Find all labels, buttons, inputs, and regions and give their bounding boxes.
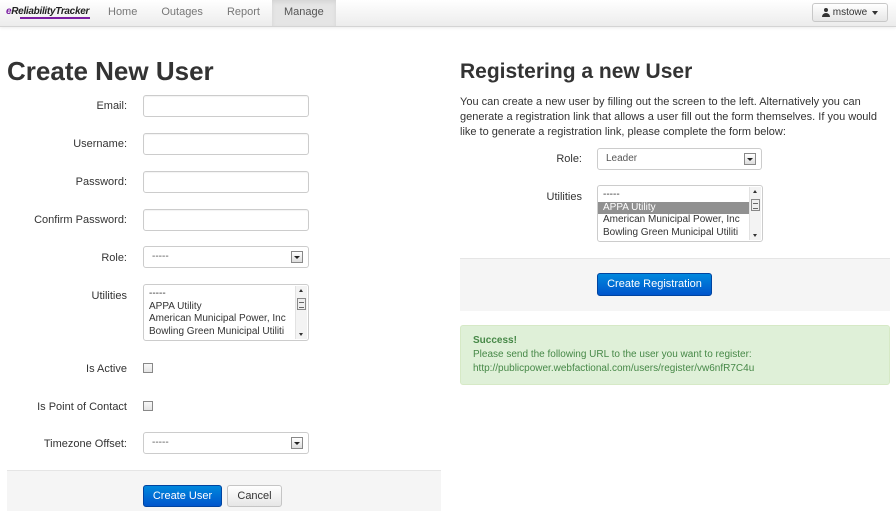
utility-option[interactable]: APPA Utility [144, 301, 297, 314]
scroll-up-icon[interactable] [299, 289, 303, 292]
utility-option[interactable]: ----- [144, 288, 297, 301]
scrollbar[interactable] [295, 286, 307, 339]
nav-manage[interactable]: Manage [271, 0, 336, 26]
registration-url[interactable]: http://publicpower.webfactional.com/user… [473, 362, 889, 376]
caret-down-icon [872, 10, 879, 15]
scroll-down-icon[interactable] [299, 333, 303, 336]
email-field[interactable] [143, 95, 309, 117]
page-title: Create New User [7, 56, 214, 86]
password-label: Password: [75, 176, 127, 188]
scroll-up-icon[interactable] [753, 190, 757, 193]
top-navbar: eReliabilityTracker Home Outages Report … [0, 0, 896, 27]
nav-outages[interactable]: Outages [149, 0, 215, 26]
dropdown-arrow-icon [291, 437, 303, 449]
reg-utilities-label: Utilities [546, 191, 582, 203]
role-select[interactable]: ----- [143, 246, 309, 268]
role-label: Role: [101, 252, 127, 264]
alert-title: Success! [473, 335, 517, 346]
timezone-select[interactable]: ----- [143, 432, 309, 454]
utility-option[interactable]: Bowling Green Municipal Utiliti [144, 326, 297, 339]
utility-option[interactable]: American Municipal Power, Inc [598, 214, 751, 227]
is-poc-checkbox[interactable] [143, 401, 153, 411]
alert-message: Please send the following URL to the use… [473, 349, 752, 360]
scroll-thumb[interactable] [751, 199, 760, 211]
brand-logo[interactable]: eReliabilityTracker [6, 6, 90, 19]
registration-description: You can create a new user by filling out… [460, 96, 877, 138]
reg-role-label: Role: [556, 153, 582, 165]
dropdown-arrow-icon [744, 153, 756, 165]
user-name: mstowe [832, 7, 868, 18]
scrollbar[interactable] [749, 187, 761, 240]
create-registration-button[interactable]: Create Registration [597, 273, 712, 296]
scroll-down-icon[interactable] [753, 234, 757, 237]
utility-option[interactable]: American Municipal Power, Inc [144, 313, 297, 326]
brand-suffix: Tracker [55, 6, 90, 17]
utilities-label: Utilities [91, 290, 127, 302]
nav-report[interactable]: Report [215, 0, 272, 26]
brand-name: Reliability [11, 6, 56, 17]
role-select-value: ----- [152, 251, 169, 262]
utility-option[interactable]: Bowling Green Municipal Utiliti [598, 227, 751, 240]
utility-option[interactable]: ----- [598, 189, 751, 202]
timezone-label: Timezone Offset: [43, 438, 127, 450]
is-active-label: Is Active [86, 363, 127, 375]
cancel-button[interactable]: Cancel [227, 485, 282, 507]
main-nav: Home Outages Report Manage [96, 0, 336, 26]
create-user-button[interactable]: Create User [143, 485, 222, 507]
brand-underline [20, 17, 90, 19]
confirm-password-label: Confirm Password: [34, 214, 127, 226]
username-label: Username: [73, 138, 127, 150]
is-active-checkbox[interactable] [143, 363, 153, 373]
utilities-listbox[interactable]: ----- APPA Utility American Municipal Po… [143, 284, 309, 341]
scroll-thumb[interactable] [297, 298, 306, 310]
email-label: Email: [96, 100, 127, 112]
user-icon [821, 8, 830, 17]
password-field[interactable] [143, 171, 309, 193]
form-actions [7, 470, 441, 511]
dropdown-arrow-icon [291, 251, 303, 263]
registration-title: Registering a new User [460, 60, 693, 83]
timezone-select-value: ----- [152, 437, 169, 448]
username-field[interactable] [143, 133, 309, 155]
success-alert: Success! Please send the following URL t… [460, 325, 890, 385]
is-poc-label: Is Point of Contact [37, 401, 127, 413]
reg-role-select-value: Leader [606, 153, 638, 164]
reg-utilities-listbox[interactable]: ----- APPA Utility American Municipal Po… [597, 185, 763, 242]
user-menu-button[interactable]: mstowe [812, 3, 888, 22]
utility-option-selected[interactable]: APPA Utility [598, 201, 751, 214]
reg-role-select[interactable]: Leader [597, 148, 762, 170]
confirm-password-field[interactable] [143, 209, 309, 231]
nav-home[interactable]: Home [96, 0, 149, 26]
